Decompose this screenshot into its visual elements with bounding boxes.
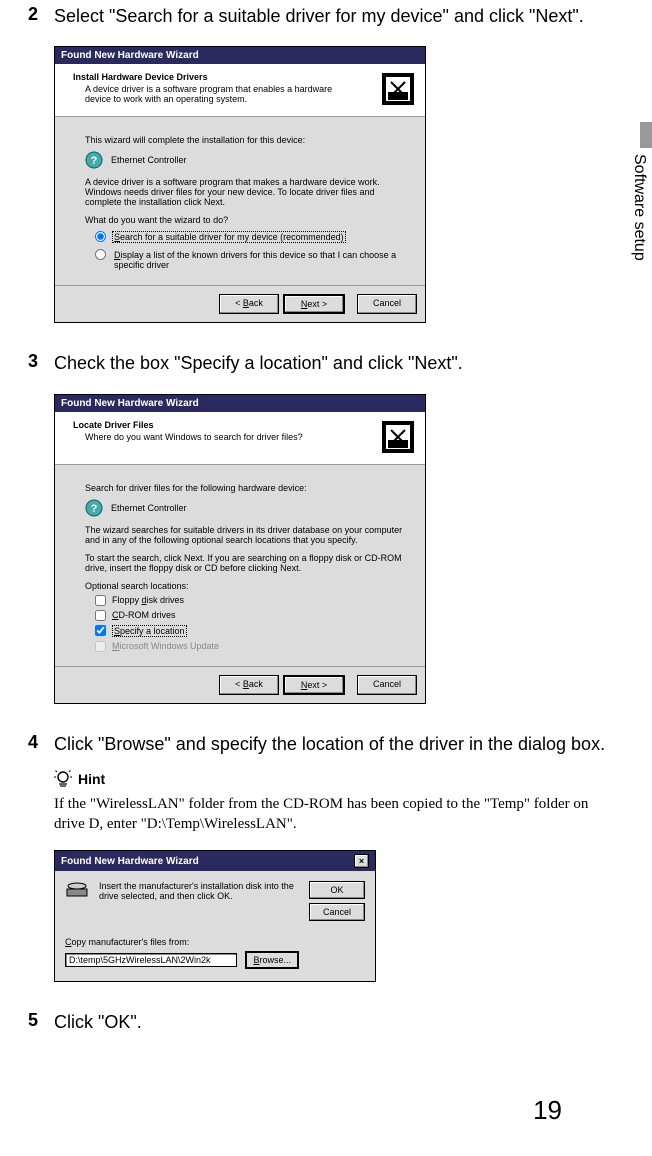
dialog-body: Insert the manufacturer's installation d…	[55, 871, 375, 981]
step-5: 5 Click "OK".	[28, 1010, 612, 1034]
hint-label: Hint	[78, 771, 105, 787]
wizard-line1: This wizard will complete the installati…	[85, 135, 411, 145]
radio-search-suitable-input[interactable]	[95, 231, 106, 242]
radio-display-list[interactable]: Display a list of the known drivers for …	[85, 249, 411, 271]
radio-search-suitable-label: SSearch for a suitable driver for my dev…	[112, 231, 346, 243]
wizard-line1: Search for driver files for the followin…	[85, 483, 411, 493]
wizard-header: Locate Driver Files Where do you want Wi…	[55, 412, 425, 465]
wizard-titlebar: Found New Hardware Wizard	[55, 395, 425, 412]
browse-button[interactable]: Browse...	[245, 951, 299, 969]
checkbox-specify-location[interactable]: Specify a location	[85, 625, 411, 637]
wizard-prompt: What do you want the wizard to do?	[85, 215, 411, 225]
wizard-desc2: To start the search, click Next. If you …	[85, 553, 411, 573]
wizard-device-name: Ethernet Controller	[111, 155, 187, 165]
wizard-locate-files: Found New Hardware Wizard Locate Driver …	[54, 394, 426, 704]
checkbox-specify-location-input[interactable]	[95, 625, 106, 636]
wizard-body: This wizard will complete the installati…	[55, 117, 425, 285]
wizard-header: Install Hardware Device Drivers A device…	[55, 64, 425, 117]
cancel-button[interactable]: Cancel	[357, 675, 417, 695]
wizard-subheading: A device driver is a software program th…	[73, 84, 355, 104]
dialog-titlebar: Found New Hardware Wizard ×	[55, 851, 375, 871]
checkbox-cdrom-label: CD-ROM drives	[112, 610, 176, 620]
svg-text:?: ?	[91, 155, 98, 167]
dialog-message: Insert the manufacturer's installation d…	[99, 881, 299, 901]
copy-from-label: Copy manufacturer's files from:	[65, 937, 299, 947]
step-2: 2 Select "Search for a suitable driver f…	[28, 4, 612, 28]
cancel-button[interactable]: Cancel	[309, 903, 365, 921]
page-number: 19	[28, 1095, 612, 1126]
step-4-text: Click "Browse" and specify the location …	[54, 732, 605, 756]
path-input[interactable]	[65, 953, 237, 967]
hint-text: If the "WirelessLAN" folder from the CD-…	[54, 794, 612, 835]
side-tab-label: Software setup	[630, 148, 648, 284]
radio-display-list-input[interactable]	[95, 249, 106, 260]
step-3: 3 Check the box "Specify a location" and…	[28, 351, 612, 375]
wizard-device-row: ? Ethernet Controller	[85, 151, 411, 169]
svg-text:?: ?	[91, 503, 98, 515]
checkbox-floppy[interactable]: Floppy disk drives	[85, 595, 411, 606]
wizard-desc: A device driver is a software program th…	[85, 177, 411, 207]
question-icon: ?	[85, 499, 103, 517]
checkbox-cdrom[interactable]: CD-ROM drives	[85, 610, 411, 621]
checkbox-windows-update-input	[95, 641, 106, 652]
checkbox-specify-location-label: Specify a location	[112, 625, 187, 637]
radio-display-list-label: Display a list of the known drivers for …	[112, 249, 411, 271]
cancel-button[interactable]: Cancel	[357, 294, 417, 314]
checkbox-windows-update: Microsoft Windows Update	[85, 641, 411, 652]
wizard-device-name: Ethernet Controller	[111, 503, 187, 513]
checkbox-floppy-input[interactable]	[95, 595, 106, 606]
wizard-subheading: Where do you want Windows to search for …	[73, 432, 303, 442]
close-button[interactable]: ×	[354, 854, 369, 868]
hardware-icon	[381, 72, 415, 106]
wizard-heading: Locate Driver Files	[73, 420, 303, 430]
dialog-message-row: Insert the manufacturer's installation d…	[65, 881, 299, 901]
checkbox-floppy-label: Floppy disk drives	[112, 595, 184, 605]
side-tab-marker	[640, 122, 652, 148]
checkbox-windows-update-label: Microsoft Windows Update	[112, 641, 219, 651]
step-5-text: Click "OK".	[54, 1010, 142, 1034]
step-2-number: 2	[28, 4, 54, 28]
back-button[interactable]: < Back	[219, 675, 279, 695]
wizard-install-drivers: Found New Hardware Wizard Install Hardwa…	[54, 46, 426, 323]
side-tab: Software setup	[630, 122, 652, 284]
step-4: 4 Click "Browse" and specify the locatio…	[28, 732, 612, 756]
disk-icon	[65, 881, 89, 899]
hint-icon	[54, 770, 72, 788]
step-2-text: Select "Search for a suitable driver for…	[54, 4, 584, 28]
wizard-titlebar: Found New Hardware Wizard	[55, 47, 425, 64]
wizard-device-row: ? Ethernet Controller	[85, 499, 411, 517]
next-button[interactable]: Next >	[283, 675, 345, 695]
next-button[interactable]: Next >	[283, 294, 345, 314]
step-5-number: 5	[28, 1010, 54, 1034]
question-icon: ?	[85, 151, 103, 169]
wizard-button-bar: < Back Next > Cancel	[55, 285, 425, 322]
ok-button[interactable]: OK	[309, 881, 365, 899]
step-4-number: 4	[28, 732, 54, 756]
dialog-title-text: Found New Hardware Wizard	[61, 856, 199, 867]
back-button[interactable]: < Back	[219, 294, 279, 314]
wizard-button-bar: < Back Next > Cancel	[55, 666, 425, 703]
hint-row: Hint	[54, 770, 612, 788]
radio-search-suitable[interactable]: SSearch for a suitable driver for my dev…	[85, 231, 411, 243]
wizard-heading: Install Hardware Device Drivers	[73, 72, 355, 82]
optional-locations-label: Optional search locations:	[85, 581, 411, 591]
step-3-text: Check the box "Specify a location" and c…	[54, 351, 463, 375]
wizard-body: Search for driver files for the followin…	[55, 465, 425, 666]
wizard-desc1: The wizard searches for suitable drivers…	[85, 525, 411, 545]
hardware-icon	[381, 420, 415, 454]
step-3-number: 3	[28, 351, 54, 375]
dialog-insert-disk: Found New Hardware Wizard × Insert the m…	[54, 850, 376, 982]
checkbox-cdrom-input[interactable]	[95, 610, 106, 621]
